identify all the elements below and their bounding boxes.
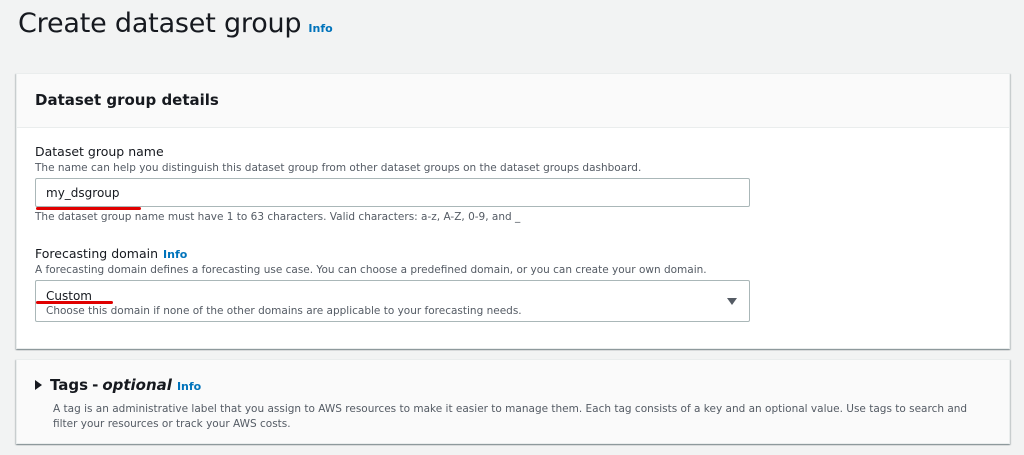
dataset-group-name-description: The name can help you distinguish this d… xyxy=(35,162,642,174)
forecasting-domain-info-link[interactable]: Info xyxy=(163,248,187,261)
dataset-group-name-constraint: The dataset group name must have 1 to 63… xyxy=(35,211,521,223)
dataset-group-name-label: Dataset group name xyxy=(35,144,164,159)
forecasting-domain-description: A forecasting domain defines a forecasti… xyxy=(35,264,707,276)
page-info-link[interactable]: Info xyxy=(308,22,332,35)
tags-expander[interactable]: Tags - optional Info xyxy=(35,376,201,394)
tags-title: Tags xyxy=(50,376,89,394)
page-header: Create dataset group Info xyxy=(18,8,333,39)
forecasting-domain-label: Forecasting domain Info xyxy=(35,246,188,261)
dataset-group-name-value: my_dsgroup xyxy=(46,185,120,200)
tags-panel: Tags - optional Info A tag is an adminis… xyxy=(16,359,1010,444)
details-panel-header: Dataset group details xyxy=(17,74,1009,128)
annotation-underline-name xyxy=(36,207,141,210)
forecasting-domain-select[interactable]: Custom Choose this domain if none of the… xyxy=(35,280,750,322)
tags-optional-label: optional xyxy=(102,376,172,394)
create-dataset-group-page: Create dataset group Info Dataset group … xyxy=(0,0,1024,455)
details-panel-title: Dataset group details xyxy=(35,91,219,109)
caret-down-icon xyxy=(727,298,737,305)
annotation-underline-domain xyxy=(36,301,113,304)
dataset-group-name-field: Dataset group name The name can help you… xyxy=(35,144,995,223)
tags-description: A tag is an administrative label that yo… xyxy=(53,403,968,430)
dataset-group-details-panel: Dataset group details Dataset group name… xyxy=(16,73,1010,349)
tags-info-link[interactable]: Info xyxy=(177,380,201,393)
forecasting-domain-selected-description: Choose this domain if none of the other … xyxy=(46,305,522,317)
forecasting-domain-field: Forecasting domain Info A forecasting do… xyxy=(35,246,995,322)
dataset-group-name-input[interactable]: my_dsgroup xyxy=(35,178,750,207)
tags-separator: - xyxy=(92,376,99,394)
caret-right-icon xyxy=(35,380,42,390)
page-title: Create dataset group xyxy=(18,8,302,39)
